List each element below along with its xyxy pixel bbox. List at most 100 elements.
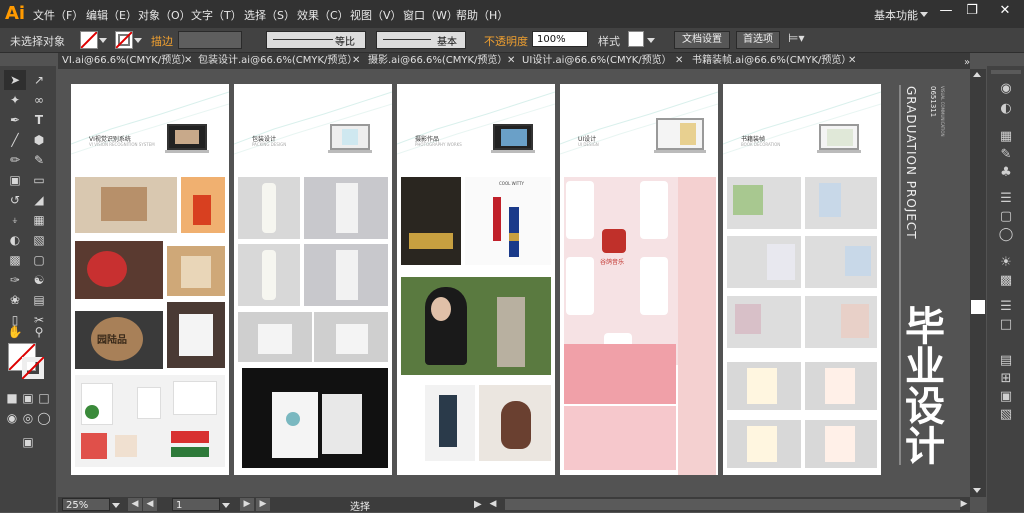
magic-wand-tool-icon[interactable]: ✦ xyxy=(4,90,26,110)
rotate-tool-icon[interactable]: ↺ xyxy=(4,190,26,210)
next-artboard-icon[interactable]: ▶ xyxy=(240,498,254,511)
arrange-documents-icon[interactable]: ⊨▾ xyxy=(788,31,810,47)
align-panel-icon[interactable]: ▤ xyxy=(997,352,1015,370)
tab-vi-close-icon[interactable]: ✕ xyxy=(184,53,192,69)
draw-inside-icon[interactable]: ◯ xyxy=(36,408,52,428)
color-mode-icon[interactable]: ■ xyxy=(4,388,20,408)
mesh-tool-icon[interactable]: ▩ xyxy=(4,250,26,270)
scroll-right-icon[interactable]: ▶ xyxy=(958,498,970,511)
zoom-level-field[interactable]: 25% xyxy=(62,498,110,511)
blob-brush-tool-icon[interactable]: ▣ xyxy=(4,170,26,190)
artboard-packaging[interactable]: 包装设计 PACKING DESIGN xyxy=(234,84,392,475)
restore-button[interactable]: ❐ xyxy=(958,2,986,20)
zoom-dropdown-icon[interactable] xyxy=(112,503,120,508)
stroke-weight-field[interactable] xyxy=(178,31,242,49)
style-dropdown-icon[interactable] xyxy=(647,38,655,43)
stroke-dropdown-icon[interactable] xyxy=(134,38,142,43)
stroke-color-icon[interactable] xyxy=(22,357,44,379)
scroll-up-icon[interactable] xyxy=(973,72,981,77)
symbols-panel-icon[interactable]: ♣ xyxy=(997,164,1015,182)
scroll-left-icon[interactable]: ◀ xyxy=(486,498,500,511)
vertical-scrollbar[interactable] xyxy=(970,69,986,497)
prev-artboard-icon[interactable]: ◀ xyxy=(143,498,157,511)
pathfinder-panel-icon[interactable]: ▣ xyxy=(997,388,1015,406)
variable-width-profile[interactable]: 等比 xyxy=(266,31,366,49)
eyedropper-tool-icon[interactable]: ✑ xyxy=(4,270,26,290)
workspace-switcher[interactable]: 基本功能 xyxy=(874,7,918,23)
stroke-panel-icon[interactable]: ☰ xyxy=(997,190,1015,208)
artboard-vi[interactable]: VI视觉识别系统 VI VISION RECOGNITION SYSTEM 园陆… xyxy=(71,84,229,475)
screen-mode-icon[interactable]: ▣ xyxy=(16,432,40,452)
draw-behind-icon[interactable]: ◎ xyxy=(20,408,36,428)
layers-panel-icon[interactable]: ☰ xyxy=(997,298,1015,316)
artboard-ui[interactable]: UI设计 UI DESIGN 谷鸽音乐 xyxy=(560,84,718,475)
first-artboard-icon[interactable]: ◀ xyxy=(128,498,142,511)
direct-selection-tool-icon[interactable]: ↗ xyxy=(28,70,50,90)
symbol-sprayer-tool-icon[interactable]: ❀ xyxy=(4,290,26,310)
scale-tool-icon[interactable]: ◢ xyxy=(28,190,50,210)
menu-view[interactable]: 视图（V） xyxy=(350,7,402,23)
lasso-tool-icon[interactable]: ∞ xyxy=(28,90,50,110)
menu-object[interactable]: 对象（O） xyxy=(138,7,191,23)
eraser-tool-icon[interactable]: ▭ xyxy=(28,170,50,190)
hand-tool-icon[interactable]: ✋ xyxy=(4,322,26,342)
artboard-photography[interactable]: 摄影作品 PHOTOGRAPHY WORKS COOL WITTY xyxy=(397,84,555,475)
menu-effect[interactable]: 效果（C） xyxy=(297,7,349,23)
transform-panel-icon[interactable]: ⊞ xyxy=(997,370,1015,388)
line-tool-icon[interactable]: ╱ xyxy=(4,130,26,150)
last-artboard-icon[interactable]: ▶ xyxy=(256,498,270,511)
opacity-label[interactable]: 不透明度 xyxy=(484,33,528,49)
close-window-button[interactable]: ✕ xyxy=(988,2,1022,20)
polygon-tool-icon[interactable]: ⬢ xyxy=(28,130,50,150)
transparency-panel-icon[interactable]: ◯ xyxy=(997,226,1015,244)
graphic-style-swatch[interactable] xyxy=(628,31,644,47)
menu-select[interactable]: 选择（S） xyxy=(244,7,295,23)
tab-book-close-icon[interactable]: ✕ xyxy=(848,53,856,69)
stroke-label[interactable]: 描边 xyxy=(151,33,173,49)
preferences-button[interactable]: 首选项 xyxy=(736,31,780,49)
appearance-panel-icon[interactable]: ☀ xyxy=(997,254,1015,272)
links-panel-icon[interactable]: ▧ xyxy=(997,406,1015,424)
paintbrush-tool-icon[interactable]: ✏ xyxy=(4,150,26,170)
fill-dropdown-icon[interactable] xyxy=(99,38,107,43)
artboard-number-field[interactable]: 1 xyxy=(172,498,220,511)
artboard-book[interactable]: 书籍装帧 BOOK DECORATION xyxy=(723,84,881,475)
tab-ui-close-icon[interactable]: ✕ xyxy=(675,53,683,69)
menu-help[interactable]: 帮助（H） xyxy=(456,7,508,23)
shape-builder-tool-icon[interactable]: ◐ xyxy=(4,230,26,250)
stroke-swatch[interactable] xyxy=(115,31,133,49)
panel-collapse-bar[interactable] xyxy=(991,70,1021,74)
menu-edit[interactable]: 编辑（E） xyxy=(86,7,137,23)
tab-ui[interactable]: UI设计.ai@66.6%(CMYK/预览） xyxy=(522,53,672,69)
tab-vi[interactable]: VI.ai@66.6%(CMYK/预览） xyxy=(62,53,191,69)
document-settings-button[interactable]: 文档设置 xyxy=(674,31,730,49)
status-menu-icon[interactable]: ▶ xyxy=(474,498,486,511)
artboards-panel-icon[interactable]: □ xyxy=(997,316,1015,334)
width-tool-icon[interactable]: ⍖ xyxy=(4,210,26,230)
menu-window[interactable]: 窗口（W） xyxy=(403,7,458,23)
none-mode-icon[interactable]: □ xyxy=(36,388,52,408)
brushes-panel-icon[interactable]: ✎ xyxy=(997,146,1015,164)
gradient-panel-icon[interactable]: ▢ xyxy=(997,208,1015,226)
scroll-down-icon[interactable] xyxy=(973,488,981,493)
fill-swatch[interactable] xyxy=(80,31,98,49)
tab-packaging[interactable]: 包装设计.ai@66.6%(CMYK/预览） xyxy=(198,53,357,69)
zoom-tool-icon[interactable]: ⚲ xyxy=(28,322,50,342)
pencil-tool-icon[interactable]: ✎ xyxy=(28,150,50,170)
selection-tool-icon[interactable]: ➤ xyxy=(4,70,26,90)
graphic-styles-panel-icon[interactable]: ▩ xyxy=(997,272,1015,290)
vertical-scroll-thumb[interactable] xyxy=(971,300,985,314)
tab-packaging-close-icon[interactable]: ✕ xyxy=(352,53,360,69)
color-guide-icon[interactable]: ◐ xyxy=(997,100,1015,118)
tab-book[interactable]: 书籍装帧.ai@66.6%(CMYK/预览） xyxy=(692,53,851,69)
workspace-chevron-icon[interactable] xyxy=(920,12,928,17)
tab-photography[interactable]: 摄影.ai@66.6%(CMYK/预览） xyxy=(368,53,507,69)
opacity-field[interactable]: 100% xyxy=(532,31,588,47)
swatches-panel-icon[interactable]: ▦ xyxy=(997,128,1015,146)
artboard-dropdown-icon[interactable] xyxy=(222,503,230,508)
draw-normal-icon[interactable]: ◉ xyxy=(4,408,20,428)
tab-photography-close-icon[interactable]: ✕ xyxy=(507,53,515,69)
brush-definition[interactable]: 基本 xyxy=(376,31,466,49)
column-graph-tool-icon[interactable]: ▤ xyxy=(28,290,50,310)
menu-file[interactable]: 文件（F） xyxy=(33,7,83,23)
